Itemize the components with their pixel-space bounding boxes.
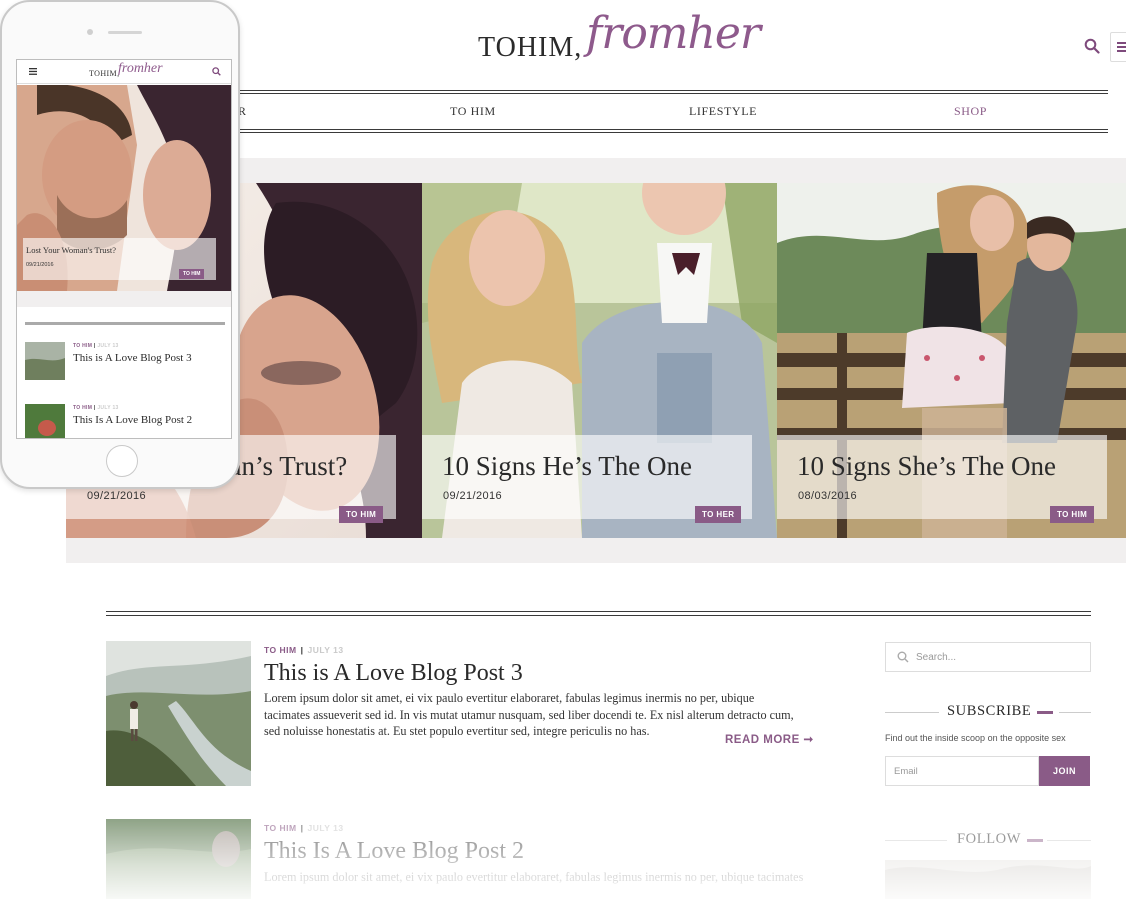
phone-home-button[interactable] <box>106 445 138 477</box>
subscribe-heading: SUBSCRIBE <box>885 703 1091 723</box>
phone-post-meta: TO HIM | JULY 13 <box>73 343 119 349</box>
phone-logo-script: fromher <box>118 61 163 76</box>
slide-tag[interactable]: TO HIM <box>1050 506 1095 523</box>
post-category[interactable]: TO HIM <box>73 343 92 349</box>
post-thumbnail[interactable] <box>106 641 251 786</box>
logo-main-text: TOHIM, <box>478 32 583 63</box>
slide-2[interactable]: 10 Signs He’s The One 09/21/2016 TO HER <box>422 183 777 538</box>
slide-caption: 10 Signs He’s The One 09/21/2016 TO HER <box>422 435 752 523</box>
slide-3[interactable]: 10 Signs She’s The One 08/03/2016 TO HIM <box>777 183 1126 538</box>
email-field[interactable]: Email <box>885 756 1039 786</box>
post-date: JULY 13 <box>97 343 119 349</box>
slide-tag[interactable]: TO HIM <box>339 506 384 523</box>
post-date: JULY 13 <box>307 645 344 655</box>
phone-hero[interactable]: Lost Your Woman's Trust? 09/21/2016 TO H… <box>17 85 231 291</box>
follow-image[interactable] <box>885 860 1091 899</box>
logo-script-text: fromher <box>586 8 761 59</box>
hamburger-menu-icon[interactable] <box>29 68 37 75</box>
phone-mockup: TOHIM, fromher Lost Your Woman's Trust? … <box>0 0 240 489</box>
nav-rule-bottom-2 <box>238 132 1108 133</box>
phone-post-thumbnail[interactable] <box>25 342 65 380</box>
nav-item-to-him[interactable]: TO HIM <box>450 104 496 119</box>
slide-title[interactable]: 10 Signs He’s The One <box>442 451 692 482</box>
follow-heading-text: FOLLOW <box>957 831 1022 847</box>
meta-separator: | <box>300 645 304 655</box>
post-meta: TO HIM | JULY 13 <box>264 645 344 655</box>
nav-item-shop[interactable]: SHOP <box>954 104 987 119</box>
phone-divider <box>25 322 225 325</box>
phone-post-meta: TO HIM | JULY 13 <box>73 405 119 411</box>
slide-title[interactable]: 10 Signs She’s The One <box>797 451 1056 482</box>
post-date: JULY 13 <box>97 405 119 411</box>
phone-speaker <box>108 31 142 34</box>
slide-caption: 10 Signs She’s The One 08/03/2016 TO HIM <box>777 435 1107 523</box>
phone-hero-title[interactable]: Lost Your Woman's Trust? <box>26 245 116 255</box>
forest-image <box>106 819 251 899</box>
post-thumbnail[interactable] <box>106 819 251 899</box>
meta-separator: | <box>300 823 304 833</box>
phone-screen: TOHIM, fromher Lost Your Woman's Trust? … <box>16 59 232 439</box>
post-meta: TO HIM | JULY 13 <box>264 823 344 833</box>
phone-post-thumbnail[interactable] <box>25 404 65 438</box>
post-title[interactable]: This is A Love Blog Post 3 <box>264 660 523 687</box>
slide-date: 08/03/2016 <box>798 490 858 502</box>
phone-post-title[interactable]: This Is A Love Blog Post 2 <box>73 414 192 426</box>
phone-hero-tag[interactable]: TO HIM <box>179 269 205 279</box>
feed-rule <box>106 611 1091 612</box>
slide-tag[interactable]: TO HER <box>695 506 742 523</box>
phone-logo-main: TOHIM, <box>89 69 120 78</box>
post-category[interactable]: TO HIM <box>73 405 92 411</box>
feed-rule-2 <box>106 615 1091 616</box>
subscribe-note: Find out the inside scoop on the opposit… <box>885 733 1066 743</box>
nav-item-lifestyle[interactable]: LIFESTYLE <box>689 104 757 119</box>
phone-band <box>17 291 231 307</box>
slide-date: 09/21/2016 <box>87 490 147 502</box>
post-title[interactable]: This Is A Love Blog Post 2 <box>264 838 524 865</box>
search-icon[interactable] <box>212 67 221 76</box>
search-icon[interactable] <box>1084 38 1102 56</box>
search-icon <box>897 651 909 663</box>
hamburger-menu-icon[interactable] <box>1110 32 1126 62</box>
subscribe-heading-text: SUBSCRIBE <box>947 703 1032 719</box>
main-nav: R TO HIM LIFESTYLE SHOP <box>238 96 1108 128</box>
post-excerpt: Lorem ipsum dolor sit amet, ei vix paulo… <box>264 870 804 884</box>
slide-date: 09/21/2016 <box>443 490 503 502</box>
phone-hero-date: 09/21/2016 <box>26 262 54 268</box>
nav-rule-bottom <box>238 129 1108 130</box>
post-category[interactable]: TO HIM <box>264 645 297 655</box>
post-excerpt: Lorem ipsum dolor sit amet, ei vix paulo… <box>264 691 794 738</box>
follow-heading: FOLLOW <box>885 831 1091 851</box>
search-placeholder: Search... <box>916 652 957 663</box>
valley-landscape-image <box>106 641 251 786</box>
join-button[interactable]: JOIN <box>1039 756 1090 786</box>
nav-rule-top-2 <box>238 93 1108 94</box>
phone-header: TOHIM, fromher <box>17 60 231 84</box>
phone-post-title[interactable]: This is A Love Blog Post 3 <box>73 352 192 364</box>
slider-band-bottom <box>66 538 1126 563</box>
phone-camera <box>87 29 93 35</box>
post-category[interactable]: TO HIM <box>264 823 297 833</box>
read-more-link[interactable]: READ MORE ➞ <box>725 732 814 746</box>
phone-hero-caption: Lost Your Woman's Trust? 09/21/2016 TO H… <box>23 238 216 280</box>
nav-rule-top <box>238 90 1108 91</box>
sidebar-search-input[interactable]: Search... <box>885 642 1091 672</box>
post-date: JULY 13 <box>307 823 344 833</box>
